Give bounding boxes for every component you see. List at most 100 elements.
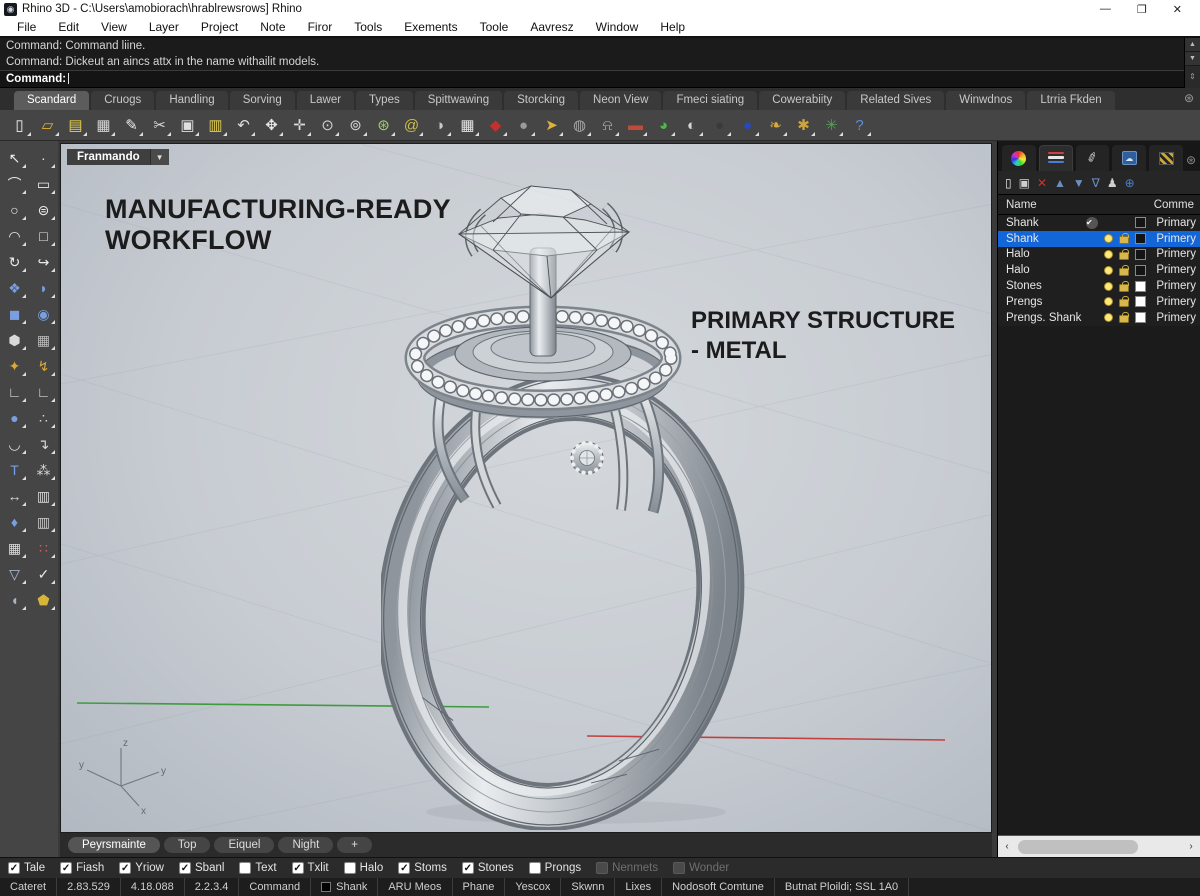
viewport-tab[interactable]: Eiquel bbox=[214, 837, 274, 853]
viewport-tab[interactable]: + bbox=[337, 837, 372, 853]
toolbar-tab[interactable]: Neon View bbox=[580, 91, 661, 110]
display-toggle[interactable]: Halo bbox=[344, 862, 384, 874]
display-tab[interactable]: ✐ bbox=[1076, 145, 1110, 171]
checkbox-icon[interactable] bbox=[239, 862, 251, 874]
save-icon[interactable]: ▤ bbox=[62, 112, 89, 138]
plant-icon[interactable]: ✳ bbox=[818, 112, 845, 138]
lock-icon[interactable] bbox=[1119, 268, 1129, 276]
books-icon[interactable]: ▥ bbox=[29, 483, 58, 509]
layer-color-swatch[interactable] bbox=[1135, 296, 1146, 307]
display-toggle[interactable]: Txlit bbox=[292, 862, 329, 874]
layers-tab[interactable] bbox=[1039, 145, 1073, 171]
shaded-view-icon[interactable]: ◑ bbox=[426, 112, 453, 138]
scroll-left-icon[interactable]: ‹ bbox=[998, 841, 1016, 852]
box-icon[interactable]: ◼ bbox=[0, 301, 29, 327]
toolbar-tab[interactable]: Ltrria Fkden bbox=[1027, 91, 1114, 110]
new-file-icon[interactable]: ▯ bbox=[6, 112, 33, 138]
viewport-layout-icon[interactable]: ▦ bbox=[454, 112, 481, 138]
status-cell[interactable]: 4.18.088 bbox=[121, 878, 185, 896]
menu-item[interactable]: View bbox=[90, 20, 138, 34]
menu-item[interactable]: Note bbox=[249, 20, 296, 34]
layer-row[interactable]: Halo ✔ Primery bbox=[998, 247, 1200, 263]
display-toggle[interactable]: Prongs bbox=[529, 862, 581, 874]
toolbar-tab[interactable]: Scandard bbox=[14, 91, 89, 110]
delete-layer-icon[interactable]: ✕ bbox=[1037, 176, 1047, 190]
menu-item[interactable]: Help bbox=[649, 20, 696, 34]
toolbar-tab[interactable]: Fmeci siating bbox=[663, 91, 757, 110]
lock-icon[interactable] bbox=[1119, 284, 1129, 292]
toolbar-tab[interactable]: Winwdnos bbox=[946, 91, 1025, 110]
status-cell[interactable]: Command bbox=[239, 878, 311, 896]
checkbox-icon[interactable] bbox=[462, 862, 474, 874]
trim-icon[interactable]: ▽ bbox=[0, 561, 29, 587]
viewport-title[interactable]: Franmando bbox=[67, 149, 150, 165]
half-sphere-icon[interactable]: ◐ bbox=[678, 112, 705, 138]
zoom-selected-icon[interactable]: ⊚ bbox=[342, 112, 369, 138]
toolbar-tab[interactable]: Spittwawing bbox=[415, 91, 502, 110]
grid-snap-icon[interactable]: ▦ bbox=[0, 535, 29, 561]
extrude-left-icon[interactable]: ∟ bbox=[0, 379, 29, 405]
menu-item[interactable]: Window bbox=[585, 20, 650, 34]
drop-grey-icon[interactable]: ◍ bbox=[566, 112, 593, 138]
minimize-button[interactable]: — bbox=[1100, 3, 1111, 16]
layer-row[interactable]: Shank ✔ Primary bbox=[998, 215, 1200, 231]
viewport-tab[interactable]: Night bbox=[278, 837, 333, 853]
open-folder-icon[interactable]: ▱ bbox=[34, 112, 61, 138]
scroll-right-icon[interactable]: › bbox=[1182, 841, 1200, 852]
3d-viewport[interactable]: Franmando ▼ MANUFACTURING-READY WORKFLOW… bbox=[60, 143, 992, 833]
leaf-gold-icon[interactable]: ❧ bbox=[762, 112, 789, 138]
display-toggle[interactable]: Yriow bbox=[119, 862, 164, 874]
display-toggle[interactable]: Wonder bbox=[673, 862, 729, 874]
cylinder-icon[interactable]: ⬢ bbox=[0, 327, 29, 353]
ellipse-icon[interactable]: ⊜ bbox=[29, 197, 58, 223]
gear-icon[interactable]: ⊛ bbox=[1184, 91, 1194, 105]
toolbar-tab[interactable]: Lawer bbox=[297, 91, 354, 110]
display-toggle[interactable]: Stoms bbox=[398, 862, 447, 874]
menu-item[interactable]: Tools bbox=[343, 20, 393, 34]
analyze-icon[interactable]: ◕ bbox=[650, 112, 677, 138]
move-icon[interactable]: ✛ bbox=[286, 112, 313, 138]
help-icon[interactable]: ? bbox=[846, 112, 873, 138]
pointer-yellow-icon[interactable]: ➤ bbox=[538, 112, 565, 138]
layer-row[interactable]: Shank ✔ Primery bbox=[998, 231, 1200, 247]
status-cell[interactable]: Cateret bbox=[0, 878, 57, 896]
toolbar-tab[interactable]: Related Sives bbox=[847, 91, 944, 110]
viewport-tab[interactable]: Peyrsmainte bbox=[68, 837, 160, 853]
display-toggle[interactable]: Stones bbox=[462, 862, 514, 874]
bulb-icon[interactable] bbox=[1104, 250, 1113, 259]
filter-icon[interactable]: ∇ bbox=[1092, 176, 1100, 190]
split-half-icon[interactable]: ◖ bbox=[0, 587, 29, 613]
status-cell[interactable]: Skwnn bbox=[561, 878, 615, 896]
circle-icon[interactable]: ○ bbox=[0, 197, 29, 223]
gem-cluster-icon[interactable]: ✱ bbox=[790, 112, 817, 138]
menu-item[interactable]: Firor bbox=[297, 20, 344, 34]
undo-icon[interactable]: ↶ bbox=[230, 112, 257, 138]
zoom-extents-icon[interactable]: ⊛ bbox=[370, 112, 397, 138]
render-tab[interactable]: ☁ bbox=[1112, 145, 1146, 171]
status-cell[interactable]: Lixes bbox=[615, 878, 662, 896]
point-icon[interactable]: ∙ bbox=[29, 145, 58, 171]
splitter-handle[interactable]: ⇕ bbox=[1189, 72, 1196, 81]
control-points-icon[interactable]: ▭ bbox=[29, 171, 58, 197]
status-cell[interactable]: 2.83.529 bbox=[57, 878, 121, 896]
bulb-icon[interactable] bbox=[1104, 234, 1113, 243]
surface-patch-icon[interactable]: ◗ bbox=[29, 275, 58, 301]
menu-item[interactable]: File bbox=[6, 20, 47, 34]
material-tab[interactable] bbox=[1149, 145, 1183, 171]
new-layer-icon[interactable]: ▯ bbox=[1005, 176, 1012, 190]
toolbar-tab[interactable]: Sorving bbox=[230, 91, 295, 110]
menu-item[interactable]: Edit bbox=[47, 20, 90, 34]
rectangle-icon[interactable]: □ bbox=[29, 223, 58, 249]
layer-users-icon[interactable]: ♟ bbox=[1107, 176, 1118, 190]
lock-icon[interactable] bbox=[1119, 252, 1129, 260]
checkbox-icon[interactable] bbox=[344, 862, 356, 874]
paste-icon[interactable]: ▥ bbox=[202, 112, 229, 138]
checkbox-icon[interactable] bbox=[8, 862, 20, 874]
display-toggle[interactable]: Text bbox=[239, 862, 276, 874]
scroll-down-icon[interactable]: ▼ bbox=[1185, 52, 1200, 66]
display-toggle[interactable]: Fiash bbox=[60, 862, 104, 874]
beads-red-icon[interactable]: ∷ bbox=[29, 535, 58, 561]
command-input[interactable]: Command: bbox=[0, 70, 1200, 87]
zoom-icon[interactable]: ⊙ bbox=[314, 112, 341, 138]
layer-color-swatch[interactable] bbox=[1135, 233, 1146, 244]
